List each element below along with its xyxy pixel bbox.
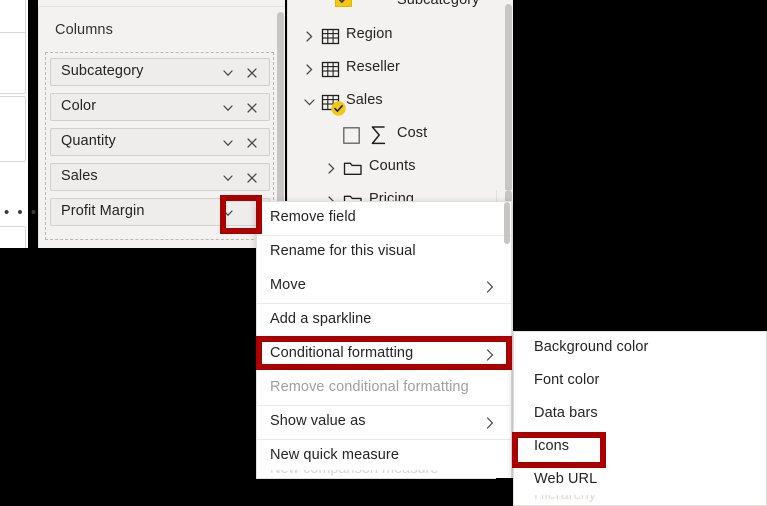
submenu-item-icons[interactable]: Icons (514, 431, 766, 464)
field-chip-label: Color (61, 98, 97, 114)
menu-item-label: Remove field (270, 209, 356, 225)
field-chip-label: Subcategory (61, 63, 144, 79)
menu-item-label: Move (270, 277, 306, 293)
columns-section-title: Columns (55, 22, 113, 38)
menu-item-rename-for-this-visual[interactable]: Rename for this visual (257, 236, 511, 270)
menu-item-remove-conditional-formatting: Remove conditional formatting (257, 372, 511, 406)
close-icon[interactable] (245, 171, 259, 185)
screenshot-mask (256, 479, 513, 506)
field-chip-sales[interactable]: Sales (50, 163, 270, 191)
field-tree-label: Sales (346, 92, 383, 108)
submenu-item-clipped[interactable]: Hierarchy (514, 495, 766, 505)
close-icon[interactable] (245, 136, 259, 150)
submenu-item-label: Icons (534, 438, 570, 454)
submenu-item-label: Hierarchy (534, 495, 597, 503)
canvas-visual-card[interactable] (0, 32, 26, 94)
submenu-item-font-color[interactable]: Font color (514, 365, 766, 398)
chevron-right-icon[interactable] (303, 30, 316, 48)
chevron-right-icon (483, 416, 497, 430)
field-chip-label: Sales (61, 168, 98, 184)
submenu-item-label: Data bars (534, 405, 598, 421)
field-chip-color[interactable]: Color (50, 93, 270, 121)
chevron-right-icon (483, 280, 497, 294)
submenu-item-label: Background color (534, 339, 649, 355)
field-tree-label: Counts (369, 158, 416, 174)
menu-item-label: Rename for this visual (270, 243, 416, 259)
chevron-down-icon[interactable] (221, 101, 235, 115)
chevron-down-icon[interactable] (221, 136, 235, 150)
menu-item-label: Add a sparkline (270, 311, 372, 327)
field-tree-item-reseller[interactable]: Reseller (287, 55, 503, 85)
chevron-down-icon[interactable] (221, 66, 235, 80)
checkbox-checked-icon[interactable] (335, 0, 352, 12)
field-tree-item-counts[interactable]: Counts (287, 154, 503, 184)
field-chip-label: Profit Margin (61, 203, 145, 219)
field-tree-label: Region (346, 26, 393, 42)
menu-item-show-value-as[interactable]: Show value as (257, 406, 511, 440)
checkbox-unchecked-icon[interactable] (343, 127, 360, 149)
field-tree-label: Reseller (346, 59, 400, 75)
field-chip-label: Quantity (61, 133, 116, 149)
field-chip-quantity[interactable]: Quantity (50, 128, 270, 156)
submenu-item-data-bars[interactable]: Data bars (514, 398, 766, 431)
visual-fields-pane-divider (38, 0, 285, 7)
table-icon (321, 27, 340, 51)
submenu-item-label: Web URL (534, 471, 598, 487)
chevron-right-icon[interactable] (325, 162, 338, 180)
sigma-icon (369, 124, 389, 151)
menu-item-new-quick-measure[interactable]: New quick measure (257, 440, 511, 474)
field-tree-label: Cost (397, 125, 428, 141)
canvas-visual-card[interactable] (0, 0, 26, 36)
screenshot-mask (513, 0, 767, 331)
submenu-item-web-url[interactable]: Web URL (514, 464, 766, 497)
field-context-menu: Remove field Rename for this visual Move… (256, 201, 512, 479)
menu-item-clipped[interactable]: New comparison measure (257, 470, 511, 478)
menu-item-label: Remove conditional formatting (270, 379, 469, 395)
table-icon (321, 60, 340, 84)
field-tree-label: Subcategory (397, 0, 480, 8)
close-icon[interactable] (245, 66, 259, 80)
field-tree-item-region[interactable]: Region (287, 22, 503, 52)
field-chip-subcategory[interactable]: Subcategory (50, 58, 270, 86)
data-pane-scrollbar-thumb[interactable] (505, 4, 512, 192)
submenu-item-label: Font color (534, 372, 600, 388)
folder-icon (343, 159, 363, 183)
chevron-right-icon[interactable] (303, 63, 316, 81)
chevron-down-icon[interactable] (221, 206, 235, 220)
context-menu-scrollbar-thumb[interactable] (504, 202, 510, 244)
field-tree-item-sales[interactable]: Sales (287, 88, 503, 118)
screenshot-mask (0, 248, 256, 506)
menu-item-remove-field[interactable]: Remove field (257, 202, 511, 236)
checked-badge-icon (331, 101, 346, 121)
chevron-down-icon[interactable] (221, 171, 235, 185)
menu-item-move[interactable]: Move (257, 270, 511, 304)
more-options-ellipsis-icon[interactable]: • • • (4, 205, 38, 220)
field-tree-item-cost[interactable]: Cost (287, 121, 503, 151)
menu-item-add-a-sparkline[interactable]: Add a sparkline (257, 304, 511, 338)
field-chip-profit-margin[interactable]: Profit Margin (50, 198, 270, 226)
canvas-visual-card[interactable] (0, 96, 26, 162)
menu-item-label: Show value as (270, 413, 366, 429)
screenshot-mask (496, 478, 513, 506)
chevron-right-icon (483, 348, 497, 362)
close-icon[interactable] (245, 101, 259, 115)
chevron-down-icon[interactable] (303, 96, 316, 114)
menu-item-label: New comparison measure (270, 470, 438, 477)
menu-item-label: Conditional formatting (270, 345, 414, 361)
submenu-item-background-color[interactable]: Background color (514, 332, 766, 365)
menu-item-conditional-formatting[interactable]: Conditional formatting (257, 338, 511, 372)
conditional-formatting-submenu: Background color Font color Data bars Ic… (513, 331, 767, 506)
menu-item-label: New quick measure (270, 447, 400, 463)
field-tree-item-subcategory[interactable]: Subcategory (287, 0, 503, 18)
